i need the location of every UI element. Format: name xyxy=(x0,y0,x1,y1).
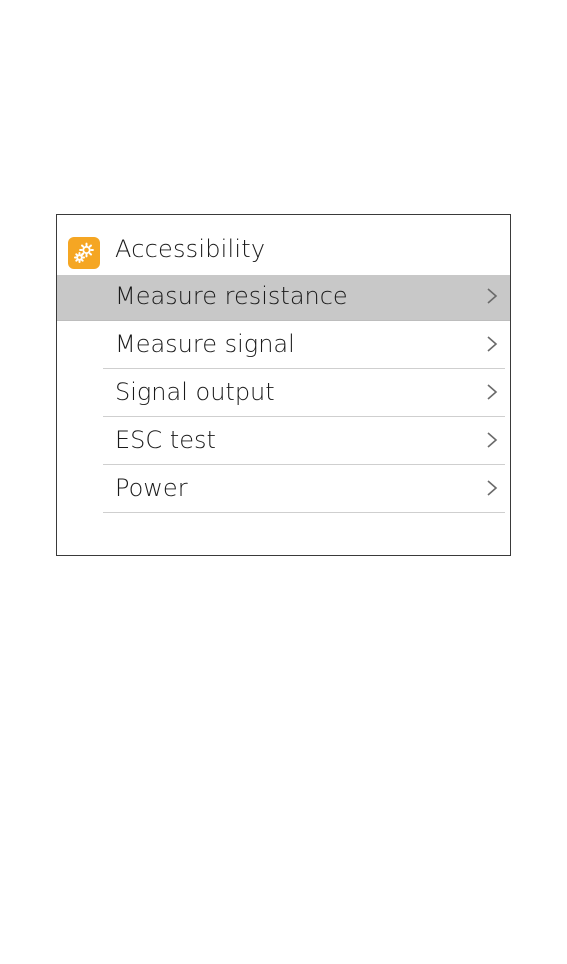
gears-icon xyxy=(68,237,100,269)
panel-header: Accessibility xyxy=(57,215,510,275)
chevron-right-icon xyxy=(487,288,498,304)
menu-item-label: Signal output xyxy=(115,378,275,406)
chevron-right-icon xyxy=(487,384,498,400)
chevron-right-icon xyxy=(487,432,498,448)
menu-item-label: Measure resistance xyxy=(115,282,348,310)
menu-item-label: Power xyxy=(115,474,188,502)
menu-item-signal-output[interactable]: Signal output xyxy=(103,371,505,417)
chevron-right-icon xyxy=(487,336,498,352)
menu-item-label: Measure signal xyxy=(115,330,295,358)
settings-panel: Accessibility Measure resistance Measure… xyxy=(56,214,511,556)
chevron-right-icon xyxy=(487,480,498,496)
page-title: Accessibility xyxy=(115,235,266,263)
menu-item-esc-test[interactable]: ESC test xyxy=(103,419,505,465)
menu-item-label: ESC test xyxy=(115,426,216,454)
menu-item-power[interactable]: Power xyxy=(103,467,505,513)
menu-item-measure-resistance[interactable]: Measure resistance xyxy=(57,275,510,321)
menu-item-measure-signal[interactable]: Measure signal xyxy=(103,323,505,369)
